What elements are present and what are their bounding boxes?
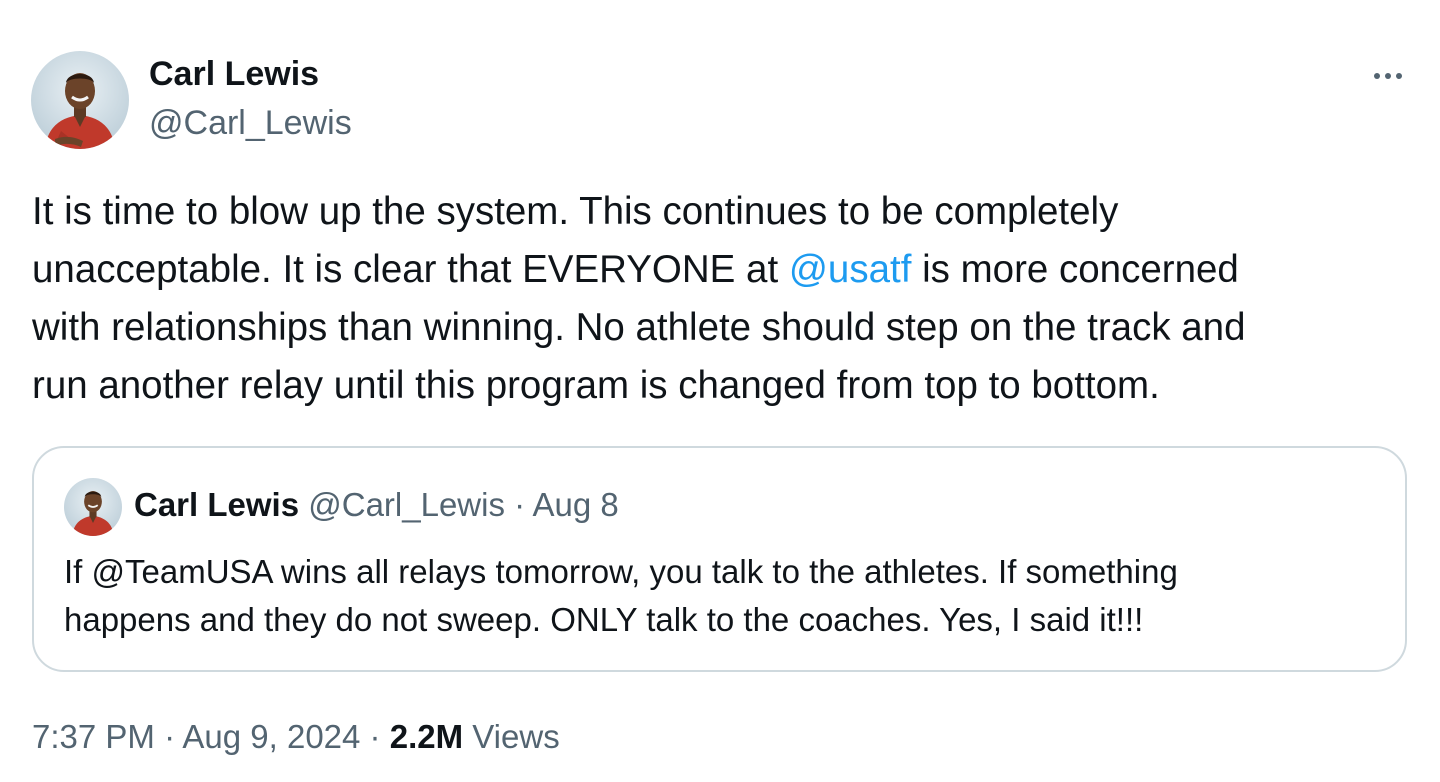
- tweet-footer: 7:37 PM · Aug 9, 2024 · 2.2M Views: [32, 718, 560, 756]
- tweet: Carl Lewis @Carl_Lewis It is time to blo…: [0, 0, 1440, 782]
- views-label: Views: [463, 718, 560, 755]
- quote-header: Carl Lewis @Carl_Lewis · Aug 8: [134, 486, 619, 524]
- tweet-text: It is time to blow up the system. This c…: [32, 183, 1417, 415]
- quote-tweet-card[interactable]: Carl Lewis @Carl_Lewis · Aug 8 If @TeamU…: [32, 446, 1407, 672]
- avatar[interactable]: [31, 51, 129, 149]
- mention-link[interactable]: @usatf: [789, 248, 912, 291]
- more-icon[interactable]: [1362, 56, 1414, 96]
- author-handle[interactable]: @Carl_Lewis: [149, 104, 352, 143]
- quote-text: If @TeamUSA wins all relays tomorrow, yo…: [64, 553, 1178, 638]
- author-name[interactable]: Carl Lewis: [149, 55, 319, 94]
- quote-author-name[interactable]: Carl Lewis: [134, 486, 299, 523]
- quote-author-meta: @Carl_Lewis · Aug 8: [299, 486, 619, 523]
- timestamp-link[interactable]: 7:37 PM · Aug 9, 2024 ·: [32, 718, 390, 755]
- quote-avatar[interactable]: [64, 478, 122, 536]
- views-count: 2.2M: [389, 718, 464, 755]
